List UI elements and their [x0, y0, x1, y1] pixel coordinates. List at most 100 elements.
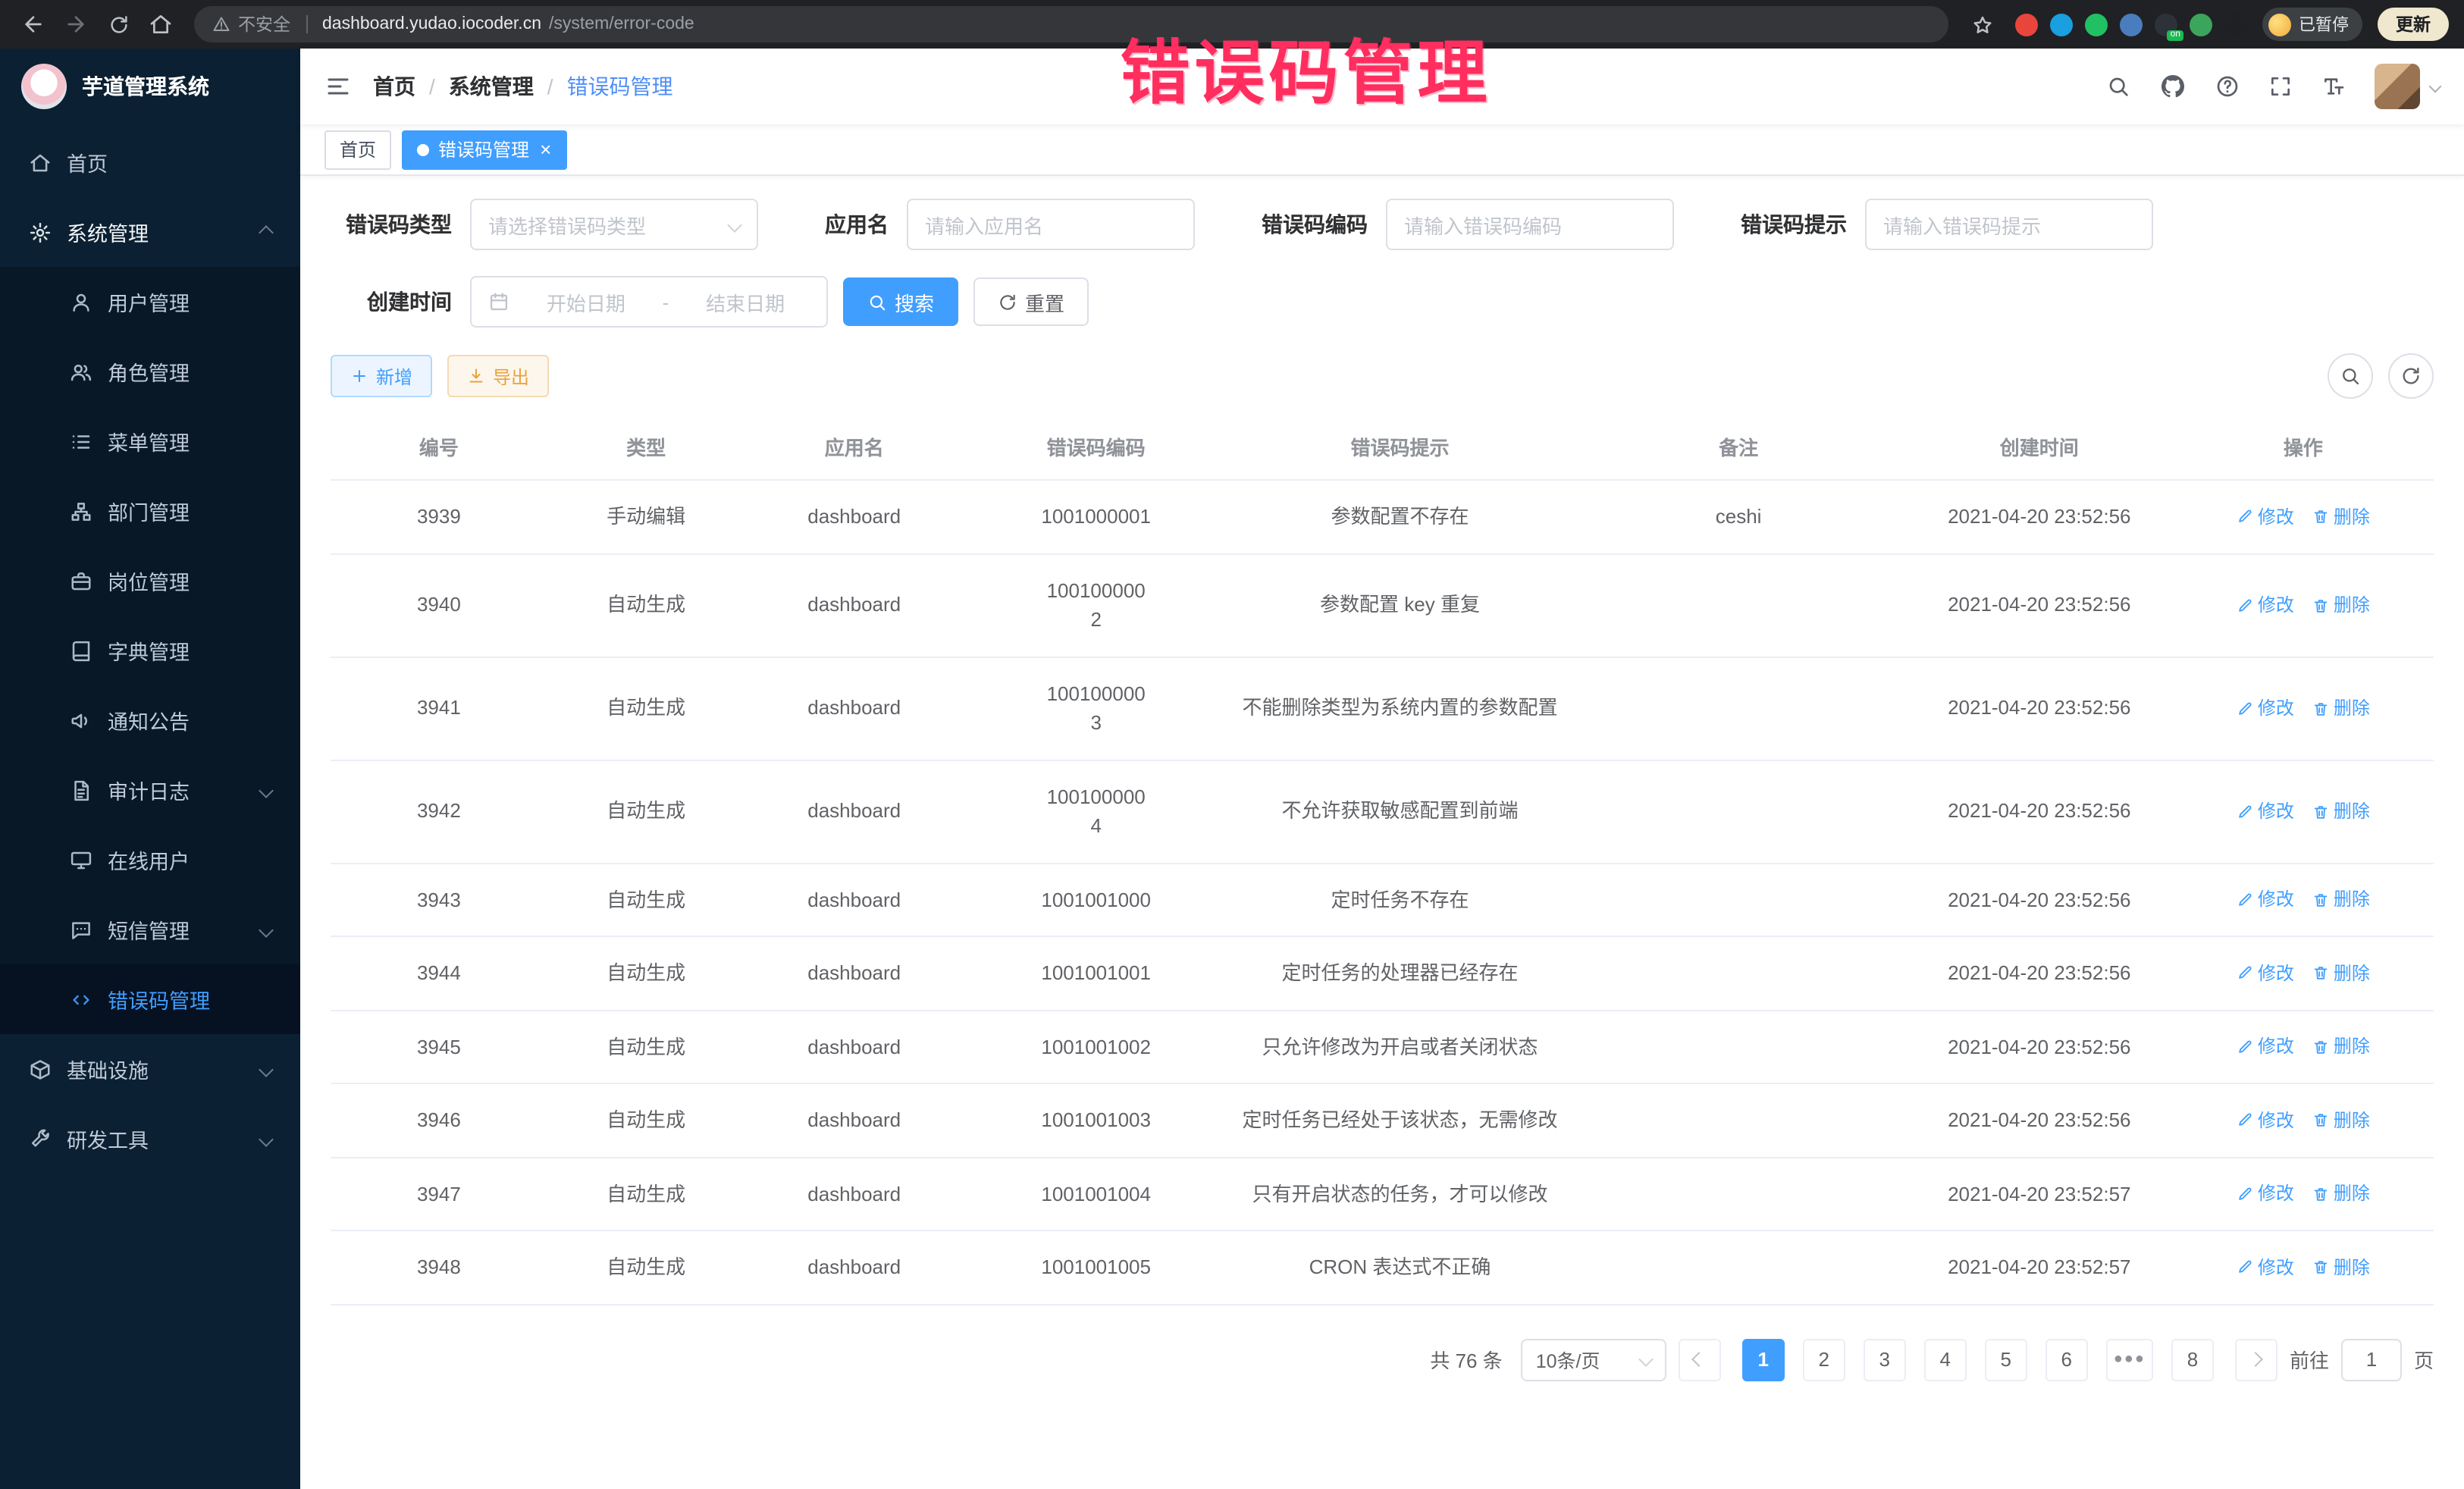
reset-button[interactable]: 重置 — [973, 277, 1089, 326]
sidebar-item-infra[interactable]: 基础设施 — [0, 1034, 300, 1104]
sidebar-item-devtools[interactable]: 研发工具 — [0, 1104, 300, 1174]
font-size-icon[interactable] — [2321, 74, 2346, 99]
sidebar-item-menu[interactable]: 菜单管理 — [0, 406, 300, 476]
user-menu[interactable] — [2375, 64, 2440, 109]
delete-link[interactable]: 删除 — [2312, 1107, 2370, 1134]
book-icon — [70, 639, 92, 662]
paused-badge[interactable]: 已暂停 — [2262, 8, 2362, 41]
error-hint-input[interactable]: 请输入错误码提示 — [1865, 199, 2153, 250]
pager-more[interactable]: ●●● — [2106, 1338, 2153, 1381]
prev-page-button[interactable] — [1679, 1338, 1721, 1381]
refresh-table-button[interactable] — [2388, 353, 2434, 399]
edit-link[interactable]: 修改 — [2237, 1033, 2294, 1061]
user-avatar[interactable] — [2375, 64, 2420, 109]
edit-link[interactable]: 修改 — [2237, 960, 2294, 987]
pager-page-4[interactable]: 4 — [1924, 1338, 1967, 1381]
edit-link[interactable]: 修改 — [2237, 798, 2294, 825]
delete-link[interactable]: 删除 — [2312, 591, 2370, 619]
delete-link[interactable]: 删除 — [2312, 1033, 2370, 1061]
app-logo[interactable]: 芋道管理系统 — [0, 49, 300, 124]
breadcrumb-home[interactable]: 首页 — [373, 71, 415, 102]
delete-link[interactable]: 删除 — [2312, 886, 2370, 914]
sidebar-item-sms[interactable]: 短信管理 — [0, 895, 300, 964]
breadcrumb-system[interactable]: 系统管理 — [449, 71, 534, 102]
delete-link[interactable]: 删除 — [2312, 1180, 2370, 1208]
extension-grid-icon[interactable] — [2120, 13, 2143, 36]
search-icon[interactable] — [2106, 74, 2130, 99]
fullscreen-icon[interactable] — [2268, 74, 2293, 99]
delete-link[interactable]: 删除 — [2312, 798, 2370, 825]
sidebar-item-online-user[interactable]: 在线用户 — [0, 825, 300, 895]
cell-id: 3945 — [331, 1011, 547, 1083]
sidebar-item-user[interactable]: 用户管理 — [0, 267, 300, 337]
extension-red-icon[interactable] — [2015, 13, 2038, 36]
trash-icon — [2312, 1259, 2329, 1276]
pager-page-5[interactable]: 5 — [1985, 1338, 2027, 1381]
pager-page-1[interactable]: 1 — [1742, 1338, 1785, 1381]
export-button[interactable]: 导出 — [447, 355, 549, 397]
sidebar-item-post[interactable]: 岗位管理 — [0, 546, 300, 616]
extension-dark-on-icon[interactable]: on — [2155, 13, 2177, 36]
list-icon — [70, 430, 92, 453]
tree-icon — [70, 500, 92, 522]
goto-page-input[interactable] — [2341, 1338, 2402, 1381]
cell-time: 2021-04-20 23:52:56 — [1906, 776, 2173, 848]
sidebar-item-notice[interactable]: 通知公告 — [0, 685, 300, 755]
address-bar[interactable]: 不安全 dashboard.yudao.iocoder.cn/system/er… — [194, 6, 1948, 42]
not-secure-warning-icon — [212, 15, 230, 33]
app-name-input[interactable]: 请输入应用名 — [907, 199, 1195, 250]
sidebar-item-home[interactable]: 首页 — [0, 127, 300, 197]
delete-link[interactable]: 删除 — [2312, 960, 2370, 987]
edit-link[interactable]: 修改 — [2237, 503, 2294, 531]
browser-update-button[interactable]: 更新 — [2378, 8, 2449, 41]
browser-forward-icon[interactable] — [58, 6, 94, 42]
error-type-select[interactable]: 请选择错误码类型 — [470, 199, 758, 250]
hamburger-icon[interactable] — [324, 73, 352, 100]
edit-link[interactable]: 修改 — [2237, 1254, 2294, 1281]
browser-home-icon[interactable] — [143, 6, 179, 42]
date-range-picker[interactable]: 开始日期 - 结束日期 — [470, 276, 828, 328]
browser-reload-icon[interactable] — [100, 6, 136, 42]
next-page-button[interactable] — [2235, 1338, 2277, 1381]
pager-page-8[interactable]: 8 — [2171, 1338, 2214, 1381]
pager-page-2[interactable]: 2 — [1803, 1338, 1845, 1381]
extension-leaf-icon[interactable] — [2190, 13, 2212, 36]
tab-home[interactable]: 首页 — [324, 130, 391, 169]
page-size-select[interactable]: 10条/页 — [1521, 1338, 1666, 1381]
edit-link[interactable]: 修改 — [2237, 591, 2294, 619]
add-button[interactable]: 新增 — [331, 355, 432, 397]
extension-green-check-icon[interactable] — [2085, 13, 2108, 36]
help-icon[interactable] — [2215, 74, 2240, 99]
users-icon — [70, 360, 92, 383]
sidebar-item-dept[interactable]: 部门管理 — [0, 476, 300, 546]
search-button[interactable]: 搜索 — [843, 277, 958, 326]
sidebar-item-audit-log[interactable]: 审计日志 — [0, 755, 300, 825]
sidebar-item-dict[interactable]: 字典管理 — [0, 616, 300, 685]
cell-code: 1001001002 — [964, 1011, 1229, 1083]
cell-time: 2021-04-20 23:52:56 — [1906, 1011, 2173, 1083]
sidebar-item-system[interactable]: 系统管理 — [0, 197, 300, 267]
delete-link[interactable]: 删除 — [2312, 694, 2370, 722]
browser-back-icon[interactable] — [15, 6, 52, 42]
error-code-input[interactable]: 请输入错误码编码 — [1386, 199, 1674, 250]
edit-link[interactable]: 修改 — [2237, 1180, 2294, 1208]
table-row: 3948自动生成dashboard1001001005CRON 表达式不正确20… — [331, 1231, 2434, 1305]
cell-time: 2021-04-20 23:52:57 — [1906, 1231, 2173, 1303]
trash-icon — [2312, 700, 2329, 716]
close-tab-icon[interactable]: × — [540, 139, 551, 159]
toggle-search-button[interactable] — [2328, 353, 2373, 399]
edit-link[interactable]: 修改 — [2237, 1107, 2294, 1134]
sidebar-item-role[interactable]: 角色管理 — [0, 337, 300, 406]
delete-link[interactable]: 删除 — [2312, 1254, 2370, 1281]
pager-page-6[interactable]: 6 — [2045, 1338, 2088, 1381]
extension-blue-icon[interactable] — [2050, 13, 2073, 36]
github-icon[interactable] — [2159, 73, 2187, 100]
edit-link[interactable]: 修改 — [2237, 694, 2294, 722]
edit-link[interactable]: 修改 — [2237, 886, 2294, 914]
extension-pin-icon[interactable] — [2224, 13, 2247, 36]
bookmark-star-icon[interactable] — [1964, 6, 2000, 42]
tab-error-code[interactable]: 错误码管理 × — [402, 130, 566, 169]
sidebar-item-error-code[interactable]: 错误码管理 — [0, 964, 300, 1034]
delete-link[interactable]: 删除 — [2312, 503, 2370, 531]
pager-page-3[interactable]: 3 — [1864, 1338, 1906, 1381]
